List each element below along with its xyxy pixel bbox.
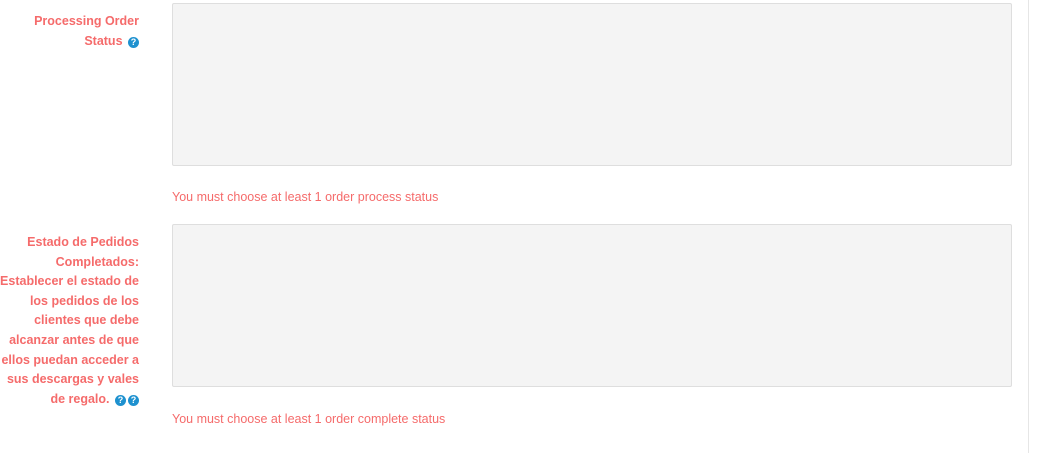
processing-status-error: You must choose at least 1 order process… (172, 190, 439, 204)
complete-status-error: You must choose at least 1 order complet… (172, 412, 446, 426)
field-label-text: Estado de Pedidos Completados: Establece… (0, 235, 139, 406)
processing-status-multiselect[interactable] (172, 3, 1012, 166)
question-circle-icon[interactable]: ? (128, 394, 139, 406)
question-circle-icon[interactable]: ? (128, 36, 139, 48)
field-label-processing-status: Processing Order Status ? (0, 12, 139, 51)
form-group-processing-status: Processing Order Status ? You must choos… (0, 0, 1015, 215)
complete-status-multiselect[interactable] (172, 224, 1012, 387)
field-label-complete-status: Estado de Pedidos Completados: Establece… (0, 233, 139, 409)
panel-right-border (1028, 0, 1029, 453)
form-group-complete-status: Estado de Pedidos Completados: Establece… (0, 222, 1015, 453)
field-label-text: Processing Order Status (34, 14, 139, 48)
question-circle-icon[interactable]: ? (115, 394, 126, 406)
